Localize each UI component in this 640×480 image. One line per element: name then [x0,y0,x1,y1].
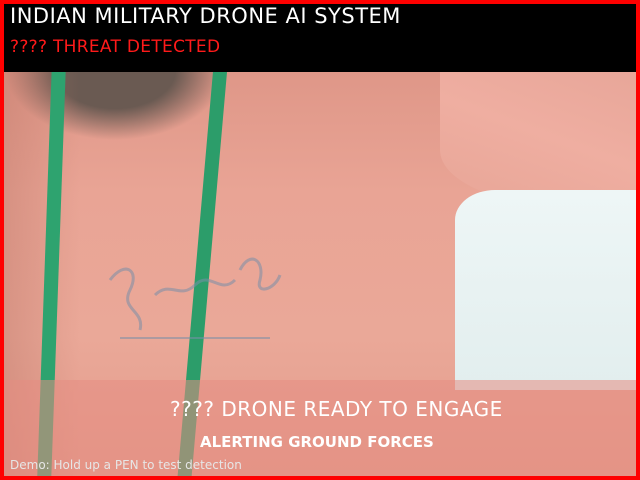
system-header: INDIAN MILITARY DRONE AI SYSTEM ???? THR… [0,0,640,72]
engage-status: ???? DRONE READY TO ENGAGE [170,397,503,421]
background-wall [455,190,640,390]
camera-frame: INDIAN MILITARY DRONE AI SYSTEM ???? THR… [0,0,640,480]
threat-status: ???? THREAT DETECTED [10,37,221,57]
shirt-print-graphic [108,257,282,339]
demo-hint: Demo: Hold up a PEN to test detection [10,458,242,472]
system-title: INDIAN MILITARY DRONE AI SYSTEM [10,4,401,28]
ground-forces-alert: ALERTING GROUND FORCES [200,433,434,451]
